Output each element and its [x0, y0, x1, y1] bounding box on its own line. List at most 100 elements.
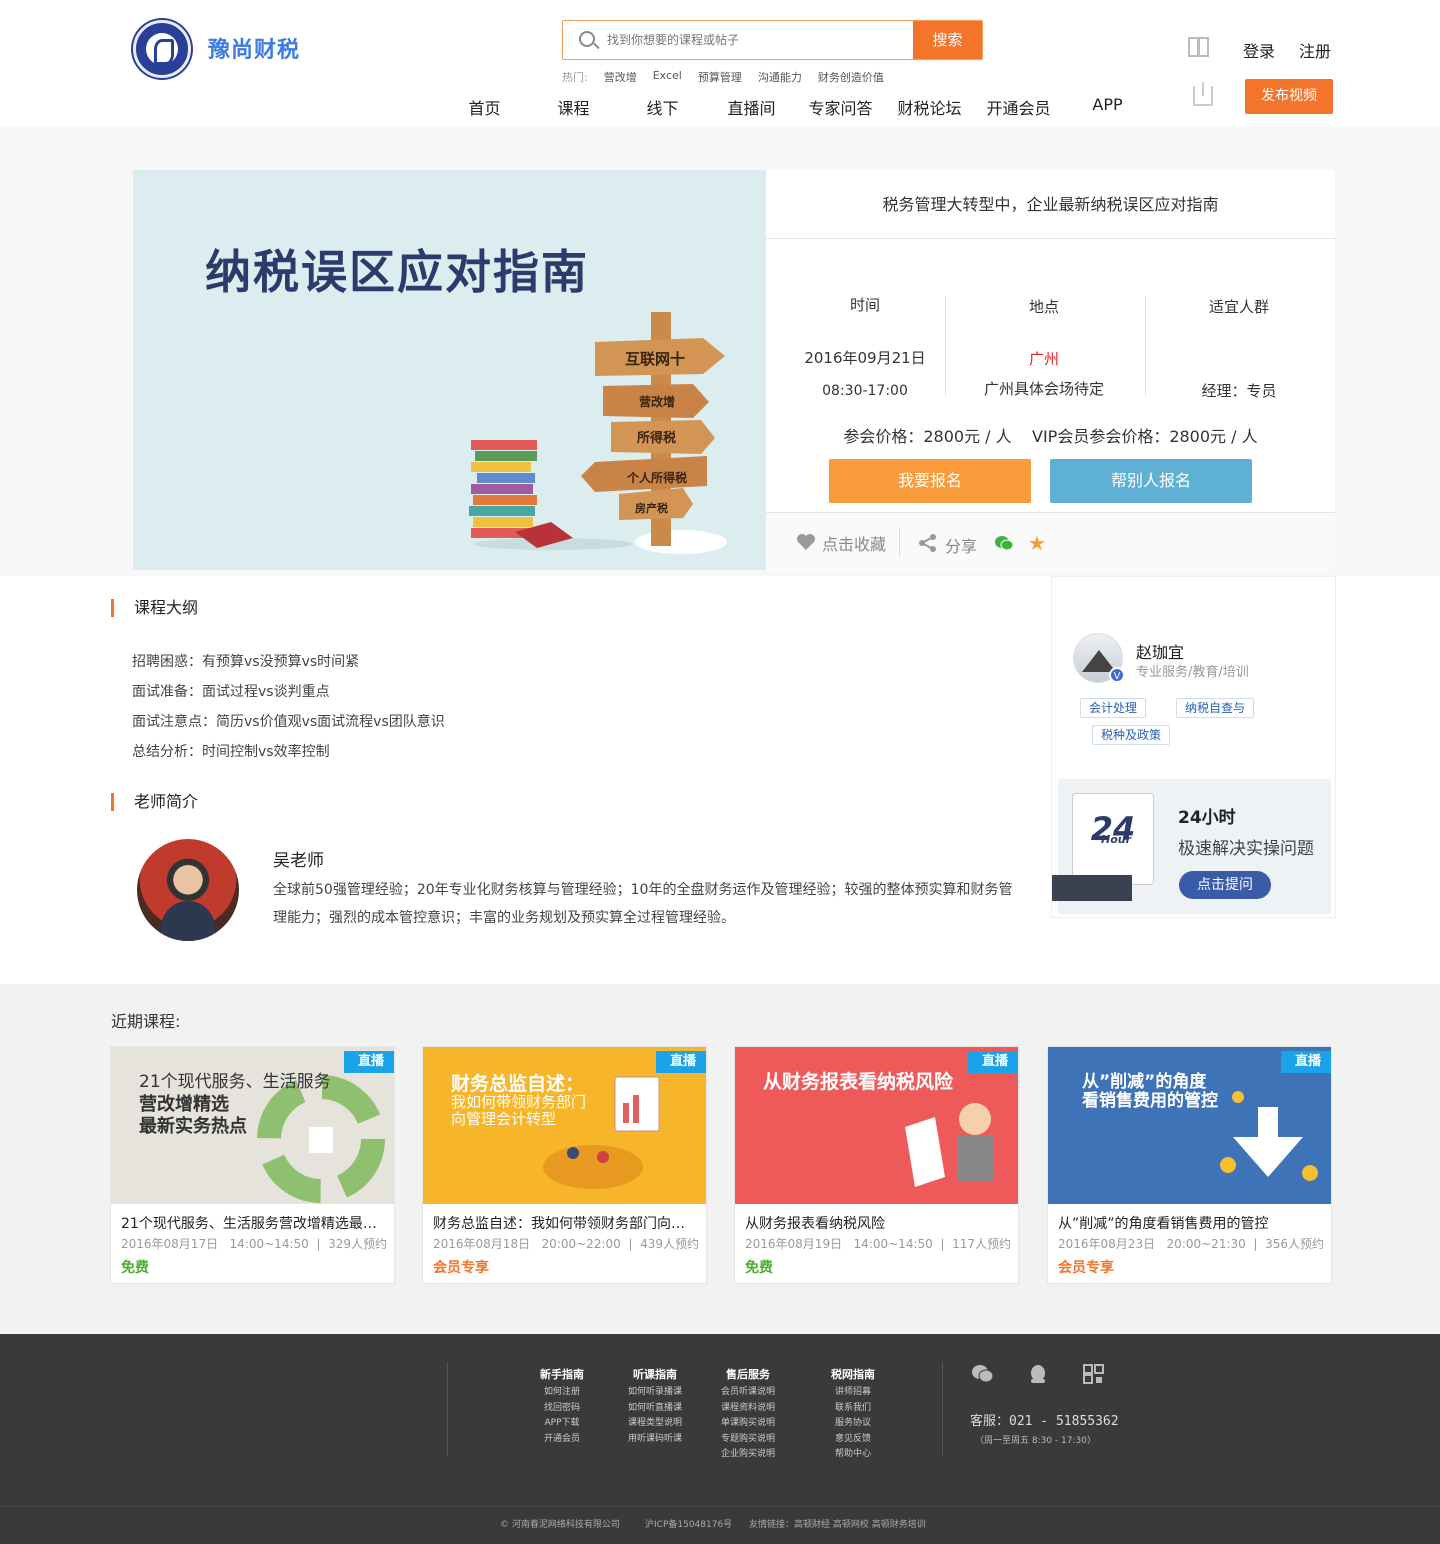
- signup-for-others-button[interactable]: 帮别人报名: [1050, 459, 1252, 503]
- course-card[interactable]: 从财务报表看纳税风险 直播 从财务报表看纳税风险 2016年08月19日 14:…: [734, 1046, 1019, 1284]
- nav-item-vip[interactable]: 开通会员: [974, 95, 1063, 119]
- action-bar: 点击收藏 分享 ★: [766, 512, 1335, 570]
- expert-tag[interactable]: 纳税自查与: [1176, 698, 1255, 718]
- nav-item-forum[interactable]: 财税论坛: [885, 95, 974, 119]
- audience-label: 适宜人群: [1208, 298, 1269, 316]
- login-link[interactable]: 登录: [1243, 38, 1275, 62]
- footer-heading: 听课指南: [633, 1368, 677, 1381]
- live-badge: 直播: [968, 1051, 1018, 1073]
- footer-link[interactable]: 专题购买说明: [708, 1432, 788, 1448]
- event-price: 参会价格：2800元 / 人 VIP会员参会价格：2800元 / 人: [843, 427, 1258, 446]
- nav-item-live[interactable]: 直播间: [707, 95, 796, 119]
- course-thumbnail[interactable]: 从财务报表看纳税风险 直播: [735, 1047, 1018, 1204]
- footer-heading: 售后服务: [726, 1368, 770, 1381]
- course-meta: 2016年08月18日 20:00~22:00 | 439人预约: [433, 1237, 699, 1251]
- nav-item-offline[interactable]: 线下: [618, 95, 707, 119]
- search-box: 搜索: [562, 20, 983, 60]
- expert-tag[interactable]: 会计处理: [1080, 698, 1147, 718]
- footer-link[interactable]: 用听课码听课: [615, 1432, 695, 1448]
- footer-link[interactable]: 联系我们: [813, 1401, 893, 1417]
- site-footer: 新手指南 如何注册 找回密码 APP下载 开通会员 听课指南 如何听录播课 如何…: [0, 1334, 1440, 1544]
- course-price: 免费: [745, 1260, 773, 1276]
- customer-service: 客服：021 - 51855362: [970, 1414, 1119, 1429]
- course-thumbnail[interactable]: 财务总监自述： 我如何带领财务部门 向管理会计转型 直播: [423, 1047, 706, 1204]
- publish-video-button[interactable]: 发布视频: [1245, 79, 1333, 114]
- heart-icon[interactable]: [796, 533, 816, 551]
- footer-link[interactable]: 课程资料说明: [708, 1401, 788, 1417]
- friend-links[interactable]: 友情链接：高顿财经 高顿网校 高顿财务培训: [749, 1507, 926, 1543]
- upload-icon[interactable]: [1193, 82, 1213, 106]
- course-meta: 2016年08月17日 14:00~14:50 | 329人预约: [121, 1237, 387, 1251]
- nav-item-qa[interactable]: 专家问答: [796, 95, 885, 119]
- course-price: 免费: [121, 1260, 149, 1276]
- wechat-icon[interactable]: [994, 535, 1014, 551]
- footer-link[interactable]: 如何听直播课: [615, 1401, 695, 1417]
- gift-icon[interactable]: [1188, 37, 1209, 57]
- course-title[interactable]: 21个现代服务、生活服务营改增精选最新实务热点: [121, 1213, 386, 1233]
- brand-name[interactable]: 豫尚财税: [208, 32, 300, 64]
- hot-keyword[interactable]: 沟通能力: [758, 69, 802, 85]
- hot-keyword[interactable]: 营改增: [604, 69, 637, 85]
- register-link[interactable]: 注册: [1299, 38, 1331, 62]
- clock-icon: 24 Hour: [1072, 793, 1154, 885]
- course-thumbnail[interactable]: 从”削减”的角度 看销售费用的管控 直播: [1048, 1047, 1331, 1204]
- hot-keyword[interactable]: 预算管理: [698, 69, 742, 85]
- course-card[interactable]: 21个现代服务、生活服务 营改增精选 最新实务热点 直播 21个现代服务、生活服…: [110, 1046, 395, 1284]
- teacher-heading: 老师简介: [111, 793, 198, 811]
- footer-link[interactable]: 帮助中心: [813, 1447, 893, 1463]
- footer-link[interactable]: 企业购买说明: [708, 1447, 788, 1463]
- nav-item-app[interactable]: APP: [1063, 95, 1152, 119]
- divider: [942, 1362, 943, 1456]
- place-label: 地点: [1028, 298, 1059, 316]
- favorite-link[interactable]: 点击收藏: [822, 531, 886, 555]
- sign-text: 个人所得税: [626, 470, 687, 485]
- sign-text: 互联网十: [625, 350, 685, 368]
- course-thumbnail[interactable]: 21个现代服务、生活服务 营改增精选 最新实务热点 直播: [111, 1047, 394, 1204]
- main-nav: 首页 课程 线下 直播间 专家问答 财税论坛 开通会员 APP: [440, 95, 1152, 119]
- course-title[interactable]: 财务总监自述：我如何带领财务部门向管理会计转型: [433, 1213, 698, 1233]
- outline-heading: 课程大纲: [111, 599, 198, 617]
- nav-item-home[interactable]: 首页: [440, 95, 529, 119]
- footer-link[interactable]: 课程类型说明: [615, 1416, 695, 1432]
- event-city: 广州: [1028, 350, 1059, 368]
- signup-button[interactable]: 我要报名: [829, 459, 1031, 503]
- wechat-icon[interactable]: [971, 1364, 993, 1384]
- search-button[interactable]: 搜索: [913, 21, 982, 59]
- verified-icon: V: [1109, 667, 1125, 683]
- footer-link[interactable]: 开通会员: [522, 1432, 602, 1448]
- footer-link[interactable]: 讲师招募: [813, 1385, 893, 1401]
- course-card[interactable]: 财务总监自述： 我如何带领财务部门 向管理会计转型 直播 财务总监自述：我如何带…: [422, 1046, 707, 1284]
- qrcode-icon[interactable]: [1083, 1364, 1105, 1384]
- hot-keyword[interactable]: Excel: [653, 69, 682, 85]
- star-icon[interactable]: ★: [1028, 533, 1048, 553]
- ask-question-button[interactable]: 点击提问: [1179, 871, 1271, 899]
- footer-link[interactable]: 如何听录播课: [615, 1385, 695, 1401]
- course-title[interactable]: 从财务报表看纳税风险: [745, 1213, 1010, 1233]
- hot-keyword[interactable]: 财务创造价值: [818, 69, 884, 85]
- teacher-description: 全球前50强管理经验；20年专业化财务核算与管理经验；10年的全盘财务运作及管理…: [273, 882, 1013, 926]
- footer-link[interactable]: 服务协议: [813, 1416, 893, 1432]
- course-title[interactable]: 从”削减”的角度看销售费用的管控: [1058, 1213, 1323, 1233]
- footer-link[interactable]: 单课购买说明: [708, 1416, 788, 1432]
- footer-link[interactable]: 找回密码: [522, 1401, 602, 1417]
- outline-item: 总结分析：时间控制vs效率控制: [132, 744, 330, 760]
- course-card[interactable]: 从”削减”的角度 看销售费用的管控 直播 从”削减”的角度看销售费用的管控 20…: [1047, 1046, 1332, 1284]
- footer-link[interactable]: 会员听课说明: [708, 1385, 788, 1401]
- footer-link[interactable]: 如何注册: [522, 1385, 602, 1401]
- search-icon: [579, 31, 595, 47]
- recent-courses-heading: 近期课程:: [111, 1012, 181, 1031]
- expert-tag[interactable]: 税种及政策: [1092, 725, 1171, 745]
- expert-name[interactable]: 赵珈宜: [1136, 639, 1184, 663]
- footer-link[interactable]: APP下载: [522, 1416, 602, 1432]
- share-icon[interactable]: [918, 533, 938, 553]
- event-audience: 经理：专员: [1201, 382, 1277, 400]
- nav-item-courses[interactable]: 课程: [529, 95, 618, 119]
- footer-link[interactable]: 意见反馈: [813, 1432, 893, 1448]
- copyright: © 河南春泥网络科技有限公司: [500, 1520, 620, 1530]
- site-logo[interactable]: [133, 20, 191, 78]
- search-input[interactable]: [607, 21, 907, 59]
- share-link[interactable]: 分享: [945, 533, 977, 557]
- course-banner: 纳税误区应对指南 互联网十 营改增 所得税 个人所得税 房产税: [133, 170, 766, 570]
- outline-item: 面试准备：面试过程vs谈判重点: [132, 684, 330, 700]
- qq-icon[interactable]: [1027, 1364, 1049, 1384]
